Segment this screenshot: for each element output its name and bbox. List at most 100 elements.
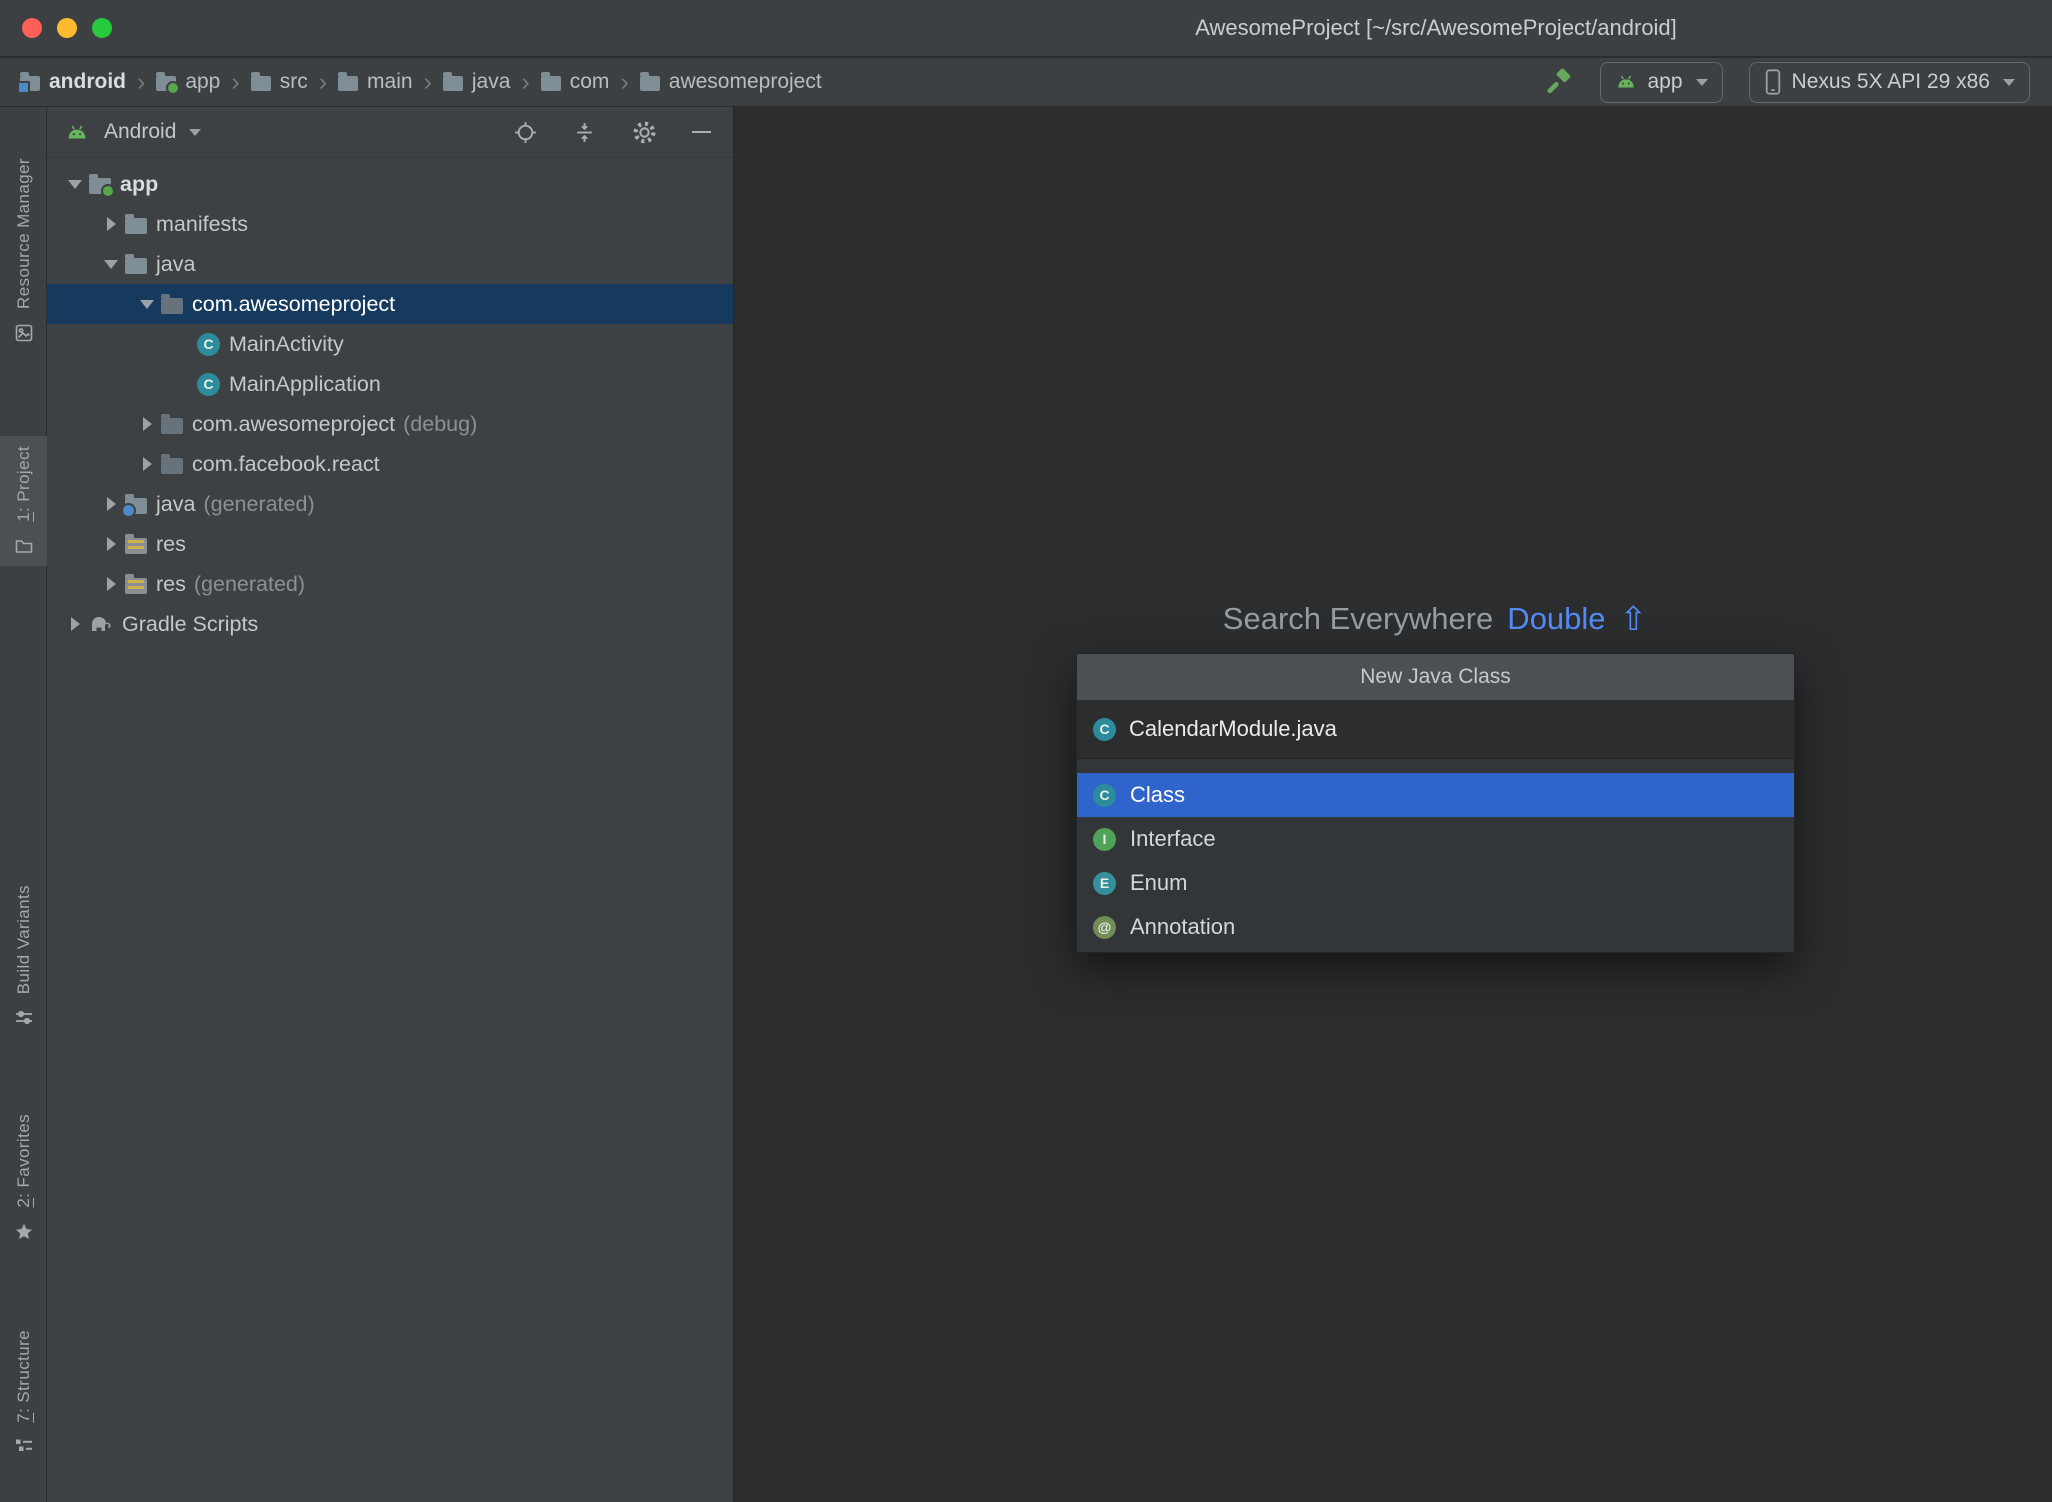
project-folder-icon (14, 536, 34, 556)
tool-button-structure[interactable]: 7: Structure (0, 1320, 47, 1467)
folder-icon (125, 213, 147, 234)
breadcrumb-separator-icon: › (423, 67, 432, 96)
breadcrumb-separator-icon: › (231, 67, 240, 96)
run-configuration-select[interactable]: app (1600, 61, 1723, 103)
breadcrumb-awesomeproject[interactable]: awesomeproject (639, 70, 822, 94)
tool-window-stripe: Resource Manager 1: Project Build Varian… (0, 107, 47, 1502)
expand-arrow-icon[interactable] (133, 417, 161, 431)
tree-item-manifests[interactable]: manifests (47, 204, 733, 244)
tree-item-java[interactable]: java (47, 244, 733, 284)
tree-item-label: java (156, 251, 196, 276)
project-view-selector[interactable]: Android (104, 120, 176, 144)
expand-arrow-icon[interactable] (133, 299, 161, 309)
expand-arrow-icon[interactable] (97, 259, 125, 269)
breadcrumb-label: app (185, 70, 221, 93)
kind-option-interface[interactable]: I Interface (1077, 817, 1794, 861)
device-phone-icon (1765, 69, 1780, 95)
device-label: Nexus 5X API 29 x86 (1791, 70, 1990, 93)
tree-item-extra: (generated) (193, 571, 306, 596)
tree-item-label: MainActivity (229, 331, 344, 356)
build-hammer-icon[interactable] (1544, 67, 1574, 97)
chevron-down-icon[interactable] (189, 128, 202, 136)
tree-item-mainactivity[interactable]: C MainActivity (47, 324, 733, 364)
tree-item-label: res (156, 571, 186, 596)
breadcrumb-com[interactable]: com (540, 70, 609, 94)
package-icon (161, 293, 183, 314)
hide-panel-icon[interactable] (692, 131, 711, 133)
tool-button-label: Resource Manager (13, 158, 33, 309)
tree-item-res-generated[interactable]: res (generated) (47, 564, 733, 604)
tree-item-label: app (120, 171, 159, 196)
breadcrumb-java[interactable]: java (442, 70, 511, 94)
expand-arrow-icon[interactable] (61, 617, 89, 631)
resource-manager-icon (14, 323, 34, 343)
collapse-all-icon[interactable] (572, 120, 597, 145)
hint-label: Search Everywhere (1222, 600, 1494, 636)
kind-option-enum[interactable]: E Enum (1077, 861, 1794, 905)
expand-arrow-icon[interactable] (97, 577, 125, 591)
breadcrumb-main[interactable]: main (338, 70, 413, 94)
project-tree: app manifests java com.awesomeproject C … (47, 158, 733, 644)
tree-item-gradle-scripts[interactable]: Gradle Scripts (47, 604, 733, 644)
expand-arrow-icon[interactable] (61, 179, 89, 189)
tool-button-project[interactable]: 1: Project (0, 436, 47, 566)
project-folder-icon (17, 72, 40, 94)
tool-button-favorites[interactable]: 2: Favorites (0, 1104, 47, 1252)
expand-arrow-icon[interactable] (97, 537, 125, 551)
gradle-elephant-icon (89, 615, 113, 633)
project-panel-header: Android (47, 107, 733, 158)
interface-icon: I (1093, 827, 1116, 851)
tool-button-build-variants[interactable]: Build Variants (0, 875, 47, 1038)
breadcrumb-separator-icon: › (521, 67, 530, 96)
breadcrumb-android[interactable]: android (17, 70, 126, 94)
kind-option-label: Class (1130, 782, 1186, 807)
breadcrumb-separator-icon: › (318, 67, 328, 96)
tree-item-java-generated[interactable]: java (generated) (47, 484, 733, 524)
folder-icon (442, 72, 463, 91)
module-folder-icon (156, 72, 181, 95)
minimize-window-button[interactable] (57, 18, 77, 38)
expand-arrow-icon[interactable] (133, 457, 161, 471)
tree-item-com-awesomeproject-debug[interactable]: com.awesomeproject (debug) (47, 404, 733, 444)
tree-item-label: com.facebook.react (192, 451, 380, 476)
breadcrumb-label: android (49, 70, 126, 93)
locate-file-icon[interactable] (513, 120, 538, 145)
toolbar-right: app Nexus 5X API 29 x86 (1544, 61, 2032, 103)
zoom-window-button[interactable] (92, 18, 112, 38)
tree-item-mainapplication[interactable]: C MainApplication (47, 364, 733, 404)
tree-item-app[interactable]: app (47, 164, 733, 204)
hint-shortcut: Double (1507, 600, 1606, 636)
folder-icon (125, 253, 147, 274)
tree-item-com-awesomeproject[interactable]: com.awesomeproject (47, 284, 733, 324)
titlebar: AwesomeProject [~/src/AwesomeProject/and… (0, 0, 2052, 57)
breadcrumb-app[interactable]: app (156, 70, 221, 95)
breadcrumb-src[interactable]: src (250, 70, 308, 94)
window-title: AwesomeProject [~/src/AwesomeProject/and… (1195, 15, 1677, 40)
tree-item-label: com.awesomeproject (192, 291, 396, 316)
kind-option-class[interactable]: C Class (1077, 773, 1794, 817)
close-window-button[interactable] (22, 18, 42, 38)
settings-gear-icon[interactable] (631, 119, 658, 146)
popup-title: New Java Class (1077, 654, 1794, 700)
kind-option-annotation[interactable]: @ Annotation (1077, 905, 1794, 949)
chevron-down-icon (1695, 78, 1708, 86)
tree-item-label: com.awesomeproject (192, 411, 396, 436)
expand-arrow-icon[interactable] (97, 217, 125, 231)
package-icon (161, 453, 183, 474)
new-java-class-popup: New Java Class C CalendarModule.java C C… (1076, 653, 1795, 953)
device-select[interactable]: Nexus 5X API 29 x86 (1748, 61, 2030, 103)
enum-icon: E (1093, 871, 1116, 895)
folder-icon (639, 72, 660, 91)
tool-button-resource-manager[interactable]: Resource Manager (0, 148, 47, 353)
breadcrumb-label: java (471, 70, 511, 93)
class-name-value: CalendarModule.java (1129, 716, 1337, 741)
package-icon (161, 413, 183, 434)
class-name-input[interactable]: C CalendarModule.java (1077, 700, 1794, 759)
tree-item-extra: (debug) (403, 411, 478, 436)
traffic-lights (22, 18, 112, 38)
kind-option-label: Interface (1130, 826, 1216, 851)
tree-item-res[interactable]: res (47, 524, 733, 564)
folder-icon (338, 72, 359, 91)
resources-folder-icon (125, 573, 147, 594)
tree-item-com-facebook-react[interactable]: com.facebook.react (47, 444, 733, 484)
